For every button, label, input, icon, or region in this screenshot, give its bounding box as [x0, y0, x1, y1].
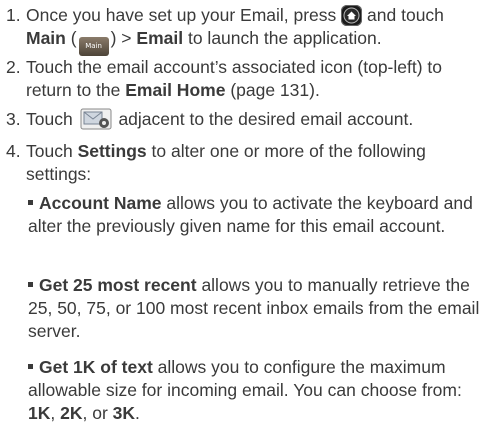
setting-item-get-text: Get 1K of text allows you to configure t… — [28, 357, 462, 423]
email-settings-icon — [80, 108, 112, 130]
menu-email-label: Email — [136, 28, 184, 48]
step-number: 1. — [6, 5, 21, 25]
bullet-icon — [28, 282, 33, 287]
main-menu-icon: Main — [78, 37, 109, 56]
step-number: 4. — [6, 141, 21, 161]
step-number: 2. — [6, 57, 21, 77]
setting-name: Get 1K of text — [39, 357, 153, 377]
setting-name: Get 25 most recent — [39, 275, 197, 295]
menu-main-label: Main — [26, 28, 66, 48]
email-home-label: Email Home — [125, 80, 226, 100]
option-1k: 1K — [28, 403, 51, 423]
home-key-icon — [341, 5, 363, 26]
step-text: Touch adjacent to the desired email acco… — [26, 108, 414, 130]
bullet-icon — [28, 200, 33, 205]
setting-item-account-name: Account Name allows you to activate the … — [28, 192, 485, 238]
settings-label: Settings — [77, 141, 147, 161]
bullet-icon — [28, 364, 33, 369]
option-3k: 3K — [112, 403, 136, 423]
manual-page: 1. Once you have set up your Email, pres… — [0, 0, 491, 445]
setting-item-get-recent: Get 25 most recent allows you to manuall… — [28, 274, 485, 343]
setting-name: Account Name — [39, 193, 162, 213]
option-2k: 2K — [60, 403, 83, 423]
step-text: Touch the email account’s associated ico… — [26, 57, 443, 100]
step-text: Once you have set up your Email, press a… — [26, 4, 485, 56]
step-text: Touch Settings to alter one or more of t… — [26, 141, 426, 184]
step-number: 3. — [6, 109, 21, 129]
